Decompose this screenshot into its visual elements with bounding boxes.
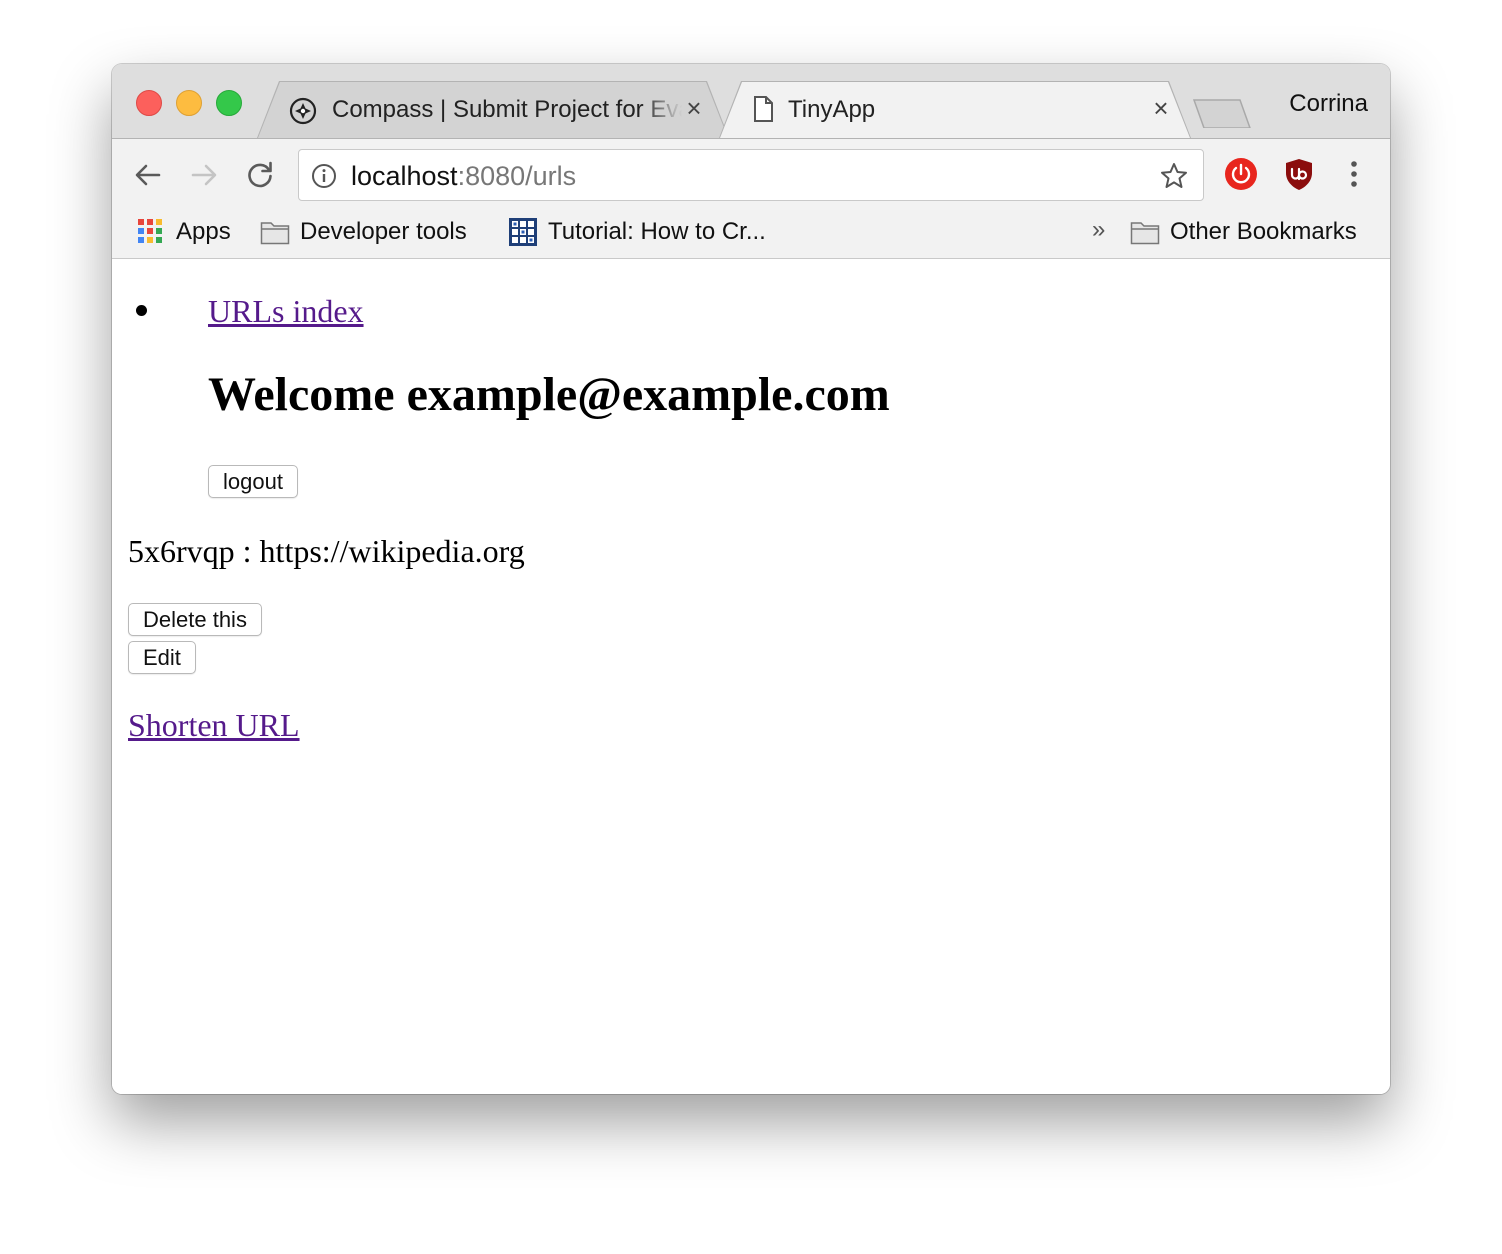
bookmark-star-icon[interactable]	[1159, 161, 1189, 191]
bookmark-tutorial[interactable]: Tutorial: How to Cr...	[508, 214, 766, 250]
bookmarks-bar: Apps Developer tools Tutorial: How to Cr…	[112, 208, 1390, 259]
bullet-icon	[136, 305, 147, 316]
power-extension-icon[interactable]	[1224, 157, 1258, 191]
edit-url-button[interactable]: Edit	[128, 641, 196, 674]
toolbar: localhost:8080/urls	[112, 138, 1390, 209]
short-url-id: 5x6rvqp	[128, 533, 235, 569]
url-text: localhost:8080/urls	[351, 161, 576, 192]
address-bar[interactable]: localhost:8080/urls	[298, 149, 1204, 201]
bookmark-label: Developer tools	[300, 218, 467, 245]
url-entry: 5x6rvqp : https://wikipedia.org	[128, 533, 525, 570]
grid-favicon-icon	[509, 218, 537, 246]
tab-tinyapp[interactable]: TinyApp ×	[720, 82, 1190, 138]
document-icon	[754, 96, 773, 122]
close-window-button[interactable]	[136, 90, 162, 116]
tab-title: TinyApp	[788, 96, 876, 123]
welcome-heading: Welcome example@example.com	[208, 368, 890, 421]
bookmark-label: Other Bookmarks	[1170, 218, 1357, 245]
bookmark-label: Tutorial: How to Cr...	[548, 218, 766, 245]
bookmark-folder-developer-tools[interactable]: Developer tools	[260, 214, 467, 250]
url-path: :8080/urls	[457, 161, 577, 191]
new-tab-button[interactable]	[1192, 98, 1252, 128]
browser-window: Compass | Submit Project for Evaluation …	[112, 64, 1390, 1094]
tab-title: Compass | Submit Project for Evaluation	[332, 96, 682, 123]
bookmarks-overflow-chevron[interactable]: »	[1092, 216, 1105, 244]
maximize-window-button[interactable]	[216, 90, 242, 116]
forward-arrow-icon[interactable]	[188, 159, 220, 191]
bookmark-apps[interactable]: Apps	[136, 214, 231, 250]
back-arrow-icon[interactable]	[132, 159, 164, 191]
info-icon[interactable]	[311, 163, 337, 189]
page-content: URLs index Welcome example@example.com l…	[112, 259, 1390, 1094]
tab-strip: Compass | Submit Project for Evaluation …	[112, 64, 1390, 138]
compass-icon	[289, 97, 317, 125]
tab-compass[interactable]: Compass | Submit Project for Evaluation …	[258, 82, 728, 138]
bookmark-label: Apps	[176, 218, 231, 245]
bookmark-folder-other[interactable]: Other Bookmarks	[1130, 214, 1357, 250]
long-url: https://wikipedia.org	[259, 533, 525, 569]
close-tab-icon[interactable]: ×	[1148, 95, 1174, 121]
apps-grid-icon	[138, 219, 162, 243]
close-tab-icon[interactable]: ×	[681, 95, 707, 121]
urls-index-link[interactable]: URLs index	[208, 293, 364, 329]
folder-icon	[1130, 222, 1160, 245]
folder-icon	[260, 222, 290, 245]
more-menu-icon[interactable]	[1340, 157, 1368, 191]
url-separator: :	[234, 533, 260, 569]
url-host: localhost	[351, 161, 458, 191]
nav-list: URLs index	[136, 293, 364, 330]
ublock-shield-icon[interactable]	[1282, 157, 1316, 191]
delete-url-button[interactable]: Delete this	[128, 603, 262, 636]
reload-icon[interactable]	[244, 159, 276, 191]
minimize-window-button[interactable]	[176, 90, 202, 116]
profile-name[interactable]: Corrina	[1289, 90, 1368, 118]
logout-button[interactable]: logout	[208, 465, 298, 498]
nav-list-item: URLs index	[136, 293, 364, 330]
shorten-url-link[interactable]: Shorten URL	[128, 707, 300, 744]
